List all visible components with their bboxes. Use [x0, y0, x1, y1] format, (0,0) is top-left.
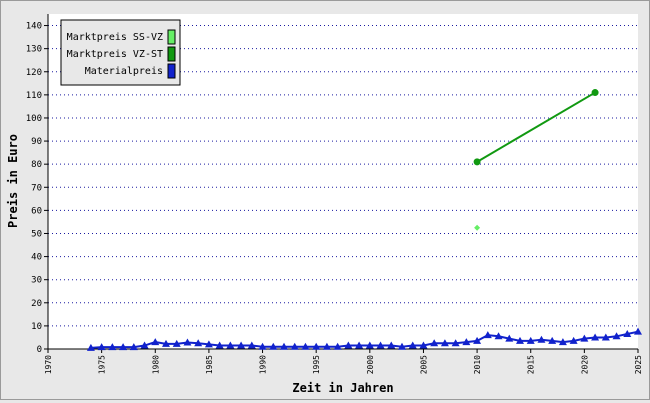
x-tick-label: 2005: [419, 355, 428, 374]
y-tick-label: 110: [26, 91, 42, 101]
y-tick-label: 100: [26, 114, 42, 124]
x-tick-label: 1990: [259, 355, 268, 374]
x-tick-labels: 1970 1975 1980 1985 1990 1995 2000 2005 2010 2015…: [44, 355, 643, 374]
legend: Marktpreis SS-VZ Marktpreis VZ-ST Materi…: [60, 19, 181, 86]
y-tick-label: 30: [31, 276, 42, 286]
y-tick-label: 130: [26, 45, 42, 55]
y-tick-label: 70: [31, 183, 42, 193]
x-tick-label: 1980: [151, 355, 160, 374]
data-point: [591, 89, 599, 97]
x-tick-label: 1995: [312, 355, 321, 374]
x-tick-label: 2015: [527, 355, 536, 374]
x-tick-label: 2025: [634, 355, 643, 374]
legend-label-materialpreis: Materialpreis: [85, 66, 163, 77]
y-tick-label: 50: [31, 229, 42, 239]
legend-label-ss-vz: Marktpreis SS-VZ: [67, 32, 163, 43]
y-tick-labels: 0 10 20 30 40 50 60 70 80 90 100 110 120 130 140: [26, 22, 42, 355]
y-tick-label: 90: [31, 137, 42, 147]
legend-label-vz-st: Marktpreis VZ-ST: [67, 49, 163, 60]
y-tick-label: 140: [26, 22, 42, 32]
legend-swatch-vz-st: [167, 46, 176, 62]
y-tick-label: 120: [26, 68, 42, 78]
x-tick-label: 2020: [580, 355, 589, 374]
y-tick-label: 80: [31, 160, 42, 170]
y-tick-label: 0: [37, 345, 42, 355]
data-point: [473, 158, 481, 166]
x-tick-label: 2000: [366, 355, 375, 374]
y-tick-label: 10: [31, 322, 42, 332]
chart-frame: 0 10 20 30 40 50 60 70 80 90 100 110 120 130 140 1970 1…: [0, 0, 650, 400]
x-tick-label: 1970: [44, 355, 53, 374]
y-axis-title: Preis in Euro: [6, 134, 20, 228]
legend-swatch-materialpreis: [167, 63, 176, 79]
price-chart: 0102030405060708090100110120130140 1970 1…: [6, 14, 643, 395]
y-tick-label: 60: [31, 206, 42, 216]
y-tick-label: 20: [31, 299, 42, 309]
x-tick-label: 2010: [473, 355, 482, 374]
legend-swatch-ss-vz: [167, 29, 176, 45]
x-tick-label: 1985: [205, 355, 214, 374]
y-tick-label: 40: [31, 253, 42, 263]
x-axis-title: Zeit in Jahren: [292, 381, 393, 395]
x-tick-label: 1975: [98, 355, 107, 374]
